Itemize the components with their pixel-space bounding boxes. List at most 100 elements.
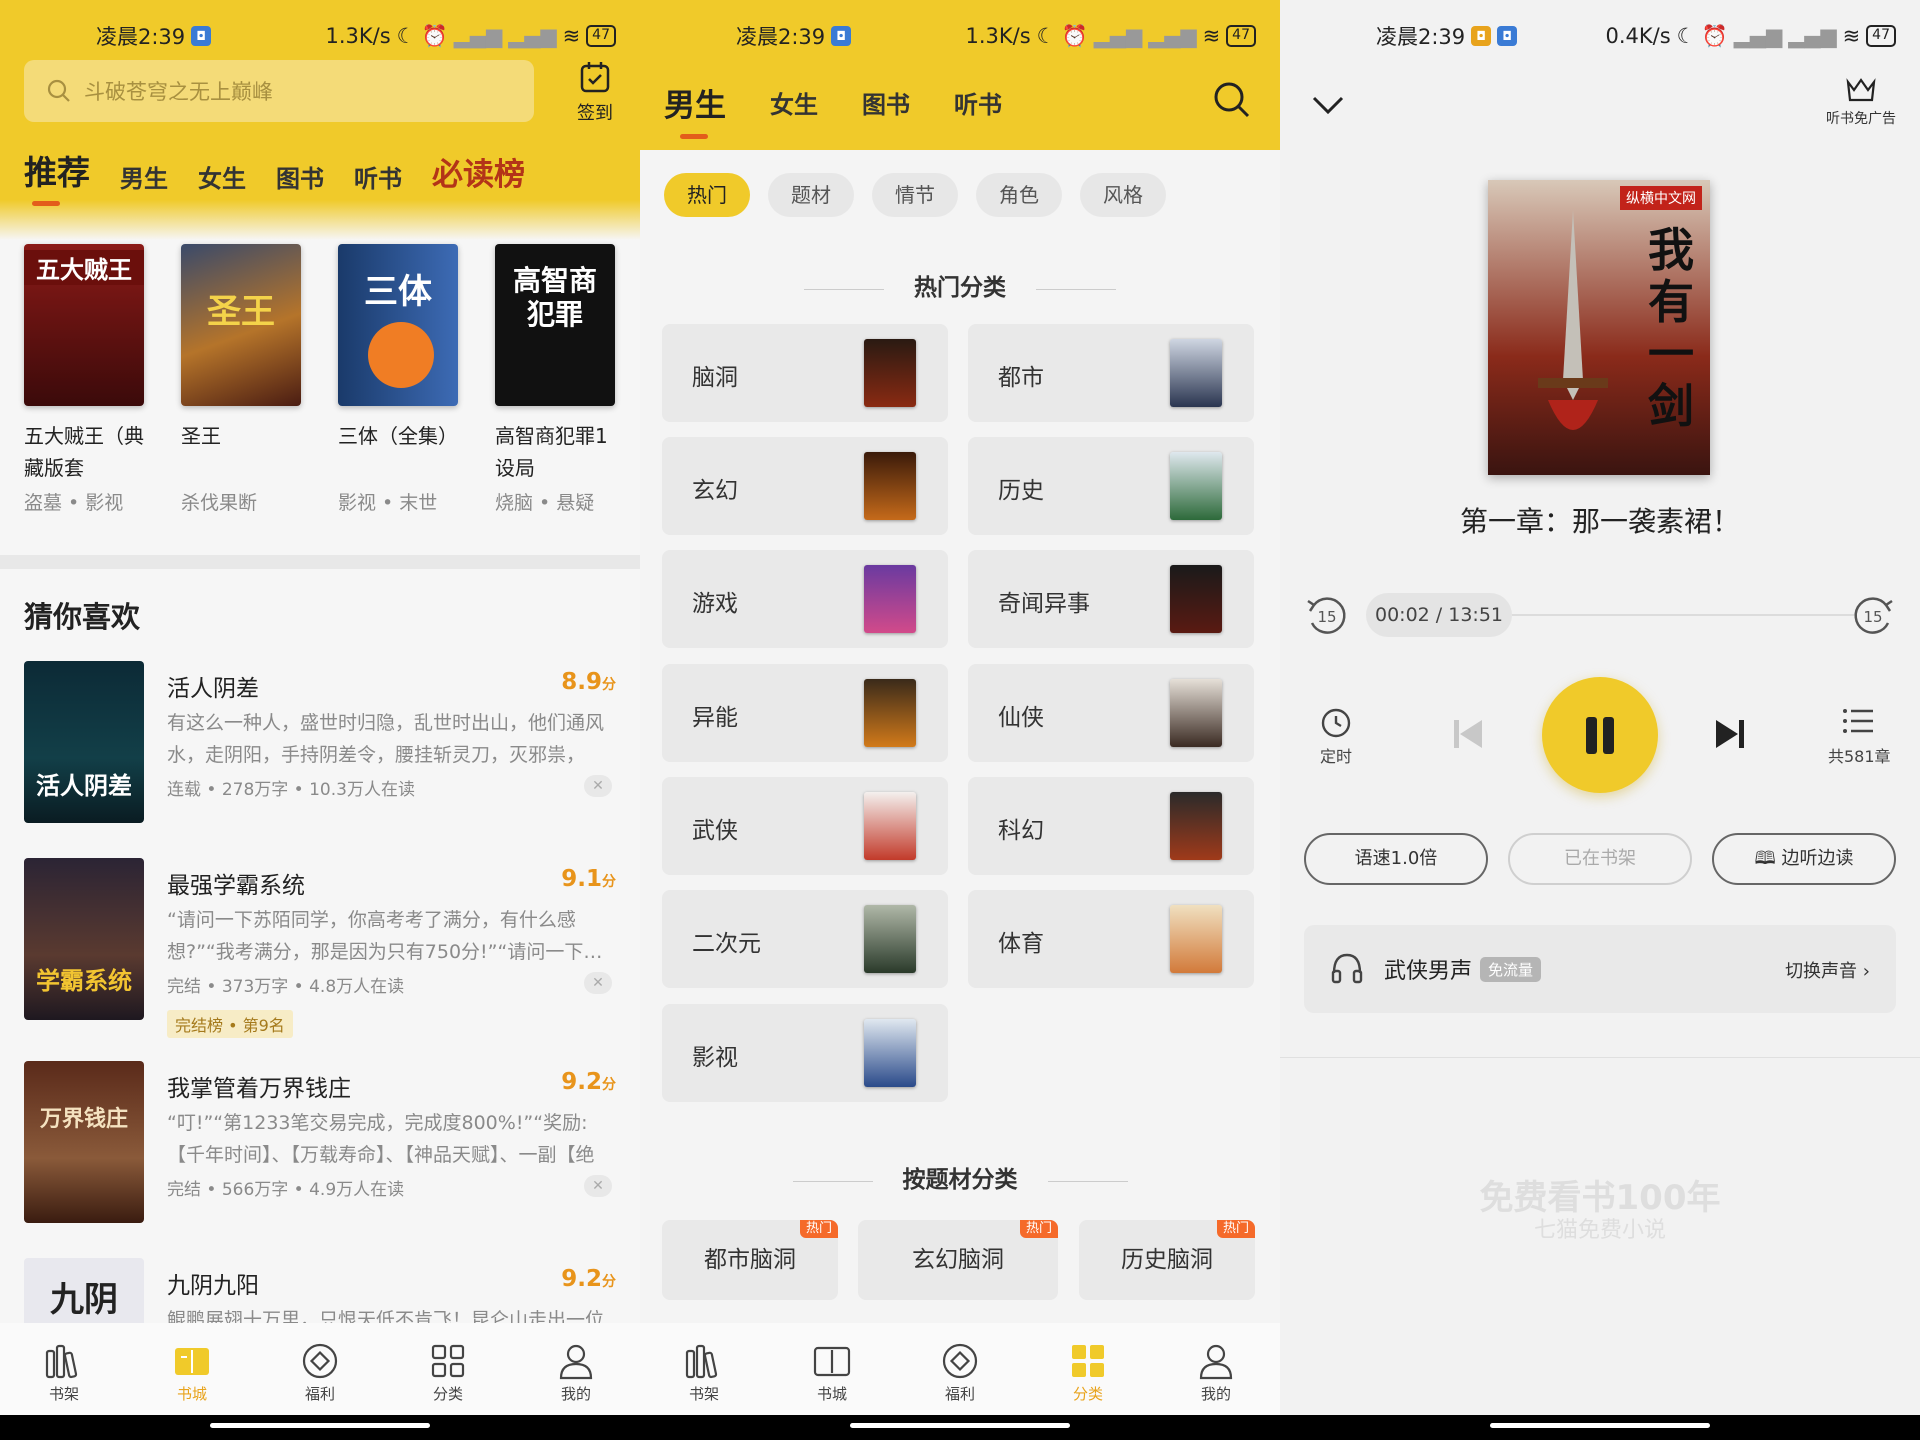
status-time: 凌晨2:39 bbox=[96, 25, 186, 49]
category-tile[interactable]: 影视 bbox=[662, 1004, 948, 1102]
category-tile[interactable]: 异能 bbox=[662, 664, 948, 762]
tab-male[interactable]: 男生 bbox=[120, 159, 168, 194]
cover-text: 万界钱庄 bbox=[39, 1106, 128, 1132]
home-indicator[interactable] bbox=[1280, 1415, 1920, 1440]
voice-selector[interactable]: 武侠男声 免流量 切换声音 › bbox=[1304, 925, 1896, 1013]
chip-hot[interactable]: 热门 bbox=[664, 173, 750, 217]
nav-bookstore[interactable]: 书城 bbox=[152, 1341, 232, 1404]
chip-role[interactable]: 角色 bbox=[976, 173, 1062, 217]
chapter-list-button[interactable]: 共581章 bbox=[1828, 703, 1891, 767]
filter-chips: 热门 题材 情节 角色 风格 bbox=[664, 173, 1166, 217]
next-icon[interactable] bbox=[1712, 716, 1748, 752]
dismiss-button[interactable]: ✕ bbox=[584, 972, 612, 994]
nav-bookshelf[interactable]: 书架 bbox=[664, 1341, 744, 1404]
timer-button[interactable]: 定时 bbox=[1318, 703, 1354, 767]
featured-book[interactable]: 五大贼王 五大贼王（典藏版套 盗墓 • 影视 bbox=[24, 244, 144, 515]
home-indicator[interactable] bbox=[0, 1415, 640, 1440]
theme-tile[interactable]: 历史脑洞 热门 bbox=[1079, 1220, 1255, 1300]
forward-15-icon[interactable]: 15 bbox=[1850, 593, 1896, 639]
featured-book[interactable]: 圣王 圣王 杀伐果断 bbox=[181, 244, 301, 515]
chip-theme[interactable]: 题材 bbox=[768, 173, 854, 217]
tab-audio[interactable]: 听书 bbox=[354, 159, 402, 194]
nav-bookshelf[interactable]: 书架 bbox=[24, 1341, 104, 1404]
category-tile[interactable]: 脑洞 bbox=[662, 324, 948, 422]
tab-must-read[interactable]: 必读榜 bbox=[432, 149, 525, 194]
tab-recommend[interactable]: 推荐 bbox=[24, 146, 90, 206]
tab-female[interactable]: 女生 bbox=[198, 159, 246, 194]
book-cover: 高智商犯罪 bbox=[495, 244, 615, 406]
hot-badge: 热门 bbox=[1019, 1220, 1058, 1238]
book-meta: 盗墓 • 影视 bbox=[24, 492, 124, 514]
category-tile[interactable]: 科幻 bbox=[968, 777, 1254, 875]
featured-book[interactable]: 三体 三体（全集） 影视 • 末世 bbox=[338, 244, 458, 515]
list-icon bbox=[1843, 709, 1874, 733]
chip-style[interactable]: 风格 bbox=[1080, 173, 1166, 217]
theme-tile[interactable]: 都市脑洞 热门 bbox=[662, 1220, 838, 1300]
search-bar[interactable]: 斗破苍穹之无上巅峰 bbox=[24, 60, 534, 122]
home-indicator[interactable] bbox=[640, 1415, 1280, 1440]
list-item[interactable]: 学霸系统 最强学霸系统 9.1分 “请问一下苏陌同学，你高考考了满分，有什么感想… bbox=[24, 858, 616, 1038]
tab-audio[interactable]: 听书 bbox=[954, 85, 1002, 120]
read-along-button[interactable]: 🕮 边听边读 bbox=[1712, 833, 1896, 885]
ad-free-button[interactable]: 听书免广告 bbox=[1826, 74, 1896, 128]
progress-track[interactable] bbox=[1512, 614, 1856, 616]
tab-male[interactable]: 男生 bbox=[664, 80, 726, 139]
category-tile[interactable]: 都市 bbox=[968, 324, 1254, 422]
nav-profile[interactable]: 我的 bbox=[1176, 1341, 1256, 1404]
voice-name: 武侠男声 bbox=[1384, 959, 1473, 984]
category-tile[interactable]: 二次元 bbox=[662, 890, 948, 988]
sword-icon bbox=[1538, 210, 1608, 430]
category-tile[interactable]: 玄幻 bbox=[662, 437, 948, 535]
featured-book[interactable]: 高智商犯罪 高智商犯罪1设局 烧脑 • 悬疑 bbox=[495, 244, 615, 515]
tab-books[interactable]: 图书 bbox=[276, 159, 324, 194]
category-cover bbox=[864, 339, 916, 407]
pause-button[interactable] bbox=[1542, 677, 1658, 793]
chip-plot[interactable]: 情节 bbox=[872, 173, 958, 217]
chapter-count: 共581章 bbox=[1828, 747, 1891, 766]
speed-button[interactable]: 语速1.0倍 bbox=[1304, 833, 1488, 885]
switch-voice-link[interactable]: 切换声音 › bbox=[1785, 957, 1870, 983]
section-divider bbox=[1280, 1057, 1920, 1058]
list-item[interactable]: 九阴 九阴九阳 9.2分 鲲鹏展翅十万里，只恨天低不肯飞！昆仑山走出一位 bbox=[24, 1258, 616, 1324]
tab-female[interactable]: 女生 bbox=[770, 85, 818, 120]
category-tile[interactable]: 体育 bbox=[968, 890, 1254, 988]
category-tile[interactable]: 游戏 bbox=[662, 550, 948, 648]
tab-books[interactable]: 图书 bbox=[862, 85, 910, 120]
category-tile[interactable]: 历史 bbox=[968, 437, 1254, 535]
category-tile[interactable]: 奇闻异事 bbox=[968, 550, 1254, 648]
previous-icon[interactable] bbox=[1450, 716, 1486, 752]
list-item[interactable]: 活人阴差 活人阴差 8.9分 有这么一种人，盛世时归隐，乱世时出山，他们通风水，… bbox=[24, 661, 616, 831]
signin-button[interactable]: 签到 bbox=[570, 60, 620, 125]
nav-label: 书城 bbox=[816, 1385, 847, 1403]
nav-label: 我的 bbox=[1200, 1385, 1231, 1403]
alarm-icon: ⏰ bbox=[421, 23, 448, 48]
theme-tile[interactable]: 玄幻脑洞 热门 bbox=[858, 1220, 1058, 1300]
search-icon bbox=[47, 79, 70, 102]
nav-profile[interactable]: 我的 bbox=[536, 1341, 616, 1404]
nav-welfare[interactable]: 福利 bbox=[280, 1341, 360, 1404]
category-tile[interactable]: 仙侠 bbox=[968, 664, 1254, 762]
book-cover: 万界钱庄 bbox=[24, 1061, 144, 1223]
list-item[interactable]: 万界钱庄 我掌管着万界钱庄 9.2分 “叮!”“第1233笔交易完成，完成度80… bbox=[24, 1061, 616, 1231]
nav-category[interactable]: 分类 bbox=[408, 1341, 488, 1404]
rewind-15-icon[interactable]: 15 bbox=[1304, 593, 1350, 639]
book-meta: 烧脑 • 悬疑 bbox=[495, 492, 595, 514]
collapse-icon[interactable] bbox=[1308, 90, 1348, 120]
search-icon[interactable] bbox=[1212, 80, 1252, 120]
dismiss-button[interactable]: ✕ bbox=[584, 775, 612, 797]
signal-icon: ▂▄▆ bbox=[508, 24, 557, 48]
app-notification-icon: ◘ bbox=[1497, 26, 1518, 46]
dismiss-button[interactable]: ✕ bbox=[584, 1175, 612, 1197]
battery-icon: 47 bbox=[1226, 25, 1256, 47]
nav-welfare[interactable]: 福利 bbox=[920, 1341, 1000, 1404]
signal-icon: ▂▄▆ bbox=[453, 24, 503, 48]
progress-time[interactable]: 00:02 / 13:51 bbox=[1366, 593, 1512, 637]
category-tile[interactable]: 武侠 bbox=[662, 777, 948, 875]
book-cover: 活人阴差 bbox=[24, 661, 144, 823]
nav-category[interactable]: 分类 bbox=[1048, 1341, 1128, 1404]
calendar-check-icon bbox=[580, 62, 610, 93]
on-shelf-button[interactable]: 已在书架 bbox=[1508, 833, 1692, 885]
nav-bookstore[interactable]: 书城 bbox=[792, 1341, 872, 1404]
alarm-icon: ⏰ bbox=[1061, 23, 1088, 48]
network-speed: 0.4K/s bbox=[1605, 24, 1671, 48]
